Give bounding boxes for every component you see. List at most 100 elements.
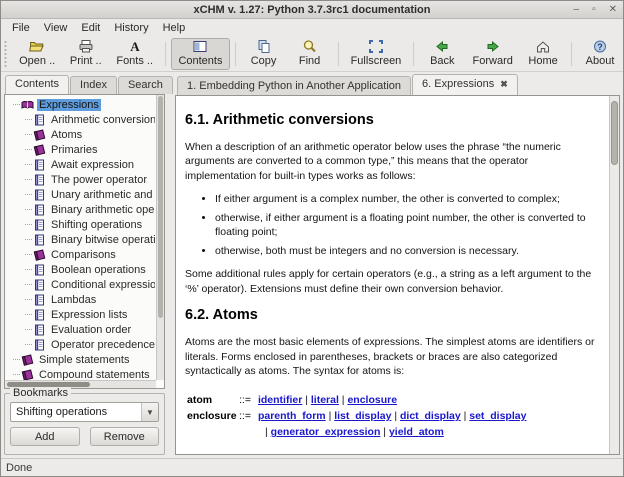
close-button[interactable]: ✕	[609, 5, 617, 15]
tree-guide-line	[25, 209, 32, 210]
toolbar-separator	[165, 42, 166, 66]
toolbar-button-print[interactable]: Print ..	[62, 38, 109, 70]
toolbar-button-contents[interactable]: Contents	[171, 38, 229, 70]
tree-item[interactable]: Unary arithmetic and bitwise operations	[7, 187, 155, 202]
tree-scrollbar-vertical[interactable]	[156, 95, 164, 380]
contents-tree: ExpressionsArithmetic conversionsAtomsPr…	[7, 97, 155, 380]
tree-guide-line	[25, 299, 32, 300]
document-scroll-thumb[interactable]	[611, 101, 618, 165]
toolbar-button-find[interactable]: Find	[287, 38, 333, 70]
bookmark-remove-button[interactable]: Remove	[90, 427, 160, 446]
toolbar-button-about[interactable]: ?About	[577, 38, 623, 70]
menu-view[interactable]: View	[37, 21, 75, 35]
maximize-button[interactable]: ▫	[592, 5, 596, 15]
tree-item[interactable]: Comparisons	[7, 247, 155, 262]
tree-item[interactable]: Await expression	[7, 157, 155, 172]
tree-guide-line	[25, 239, 32, 240]
toolbar-button-fonts[interactable]: AFonts ..	[109, 38, 160, 70]
document-body: 6.1. Arithmetic conversionsWhen a descri…	[176, 96, 609, 454]
tree-item[interactable]: Binary bitwise operations	[7, 232, 155, 247]
grammar-link[interactable]: enclosure	[347, 394, 397, 406]
grammar-link[interactable]: yield_atom	[389, 426, 444, 438]
grammar-line: atom::=identifier | literal | enclosure	[187, 392, 597, 408]
grammar-head: enclosure	[187, 408, 239, 424]
tree-item[interactable]: Boolean operations	[7, 262, 155, 277]
document-column: 1. Embedding Python in Another Applicati…	[175, 72, 623, 458]
menu-file[interactable]: File	[5, 21, 37, 35]
toolbar-button-fullscreen[interactable]: Fullscreen	[344, 38, 409, 70]
bookmark-add-button[interactable]: Add	[10, 427, 80, 446]
menu-edit[interactable]: Edit	[74, 21, 107, 35]
grammar-link[interactable]: parenth_form	[258, 410, 326, 422]
tree-item-label: Unary arithmetic and bitwise operations	[49, 189, 155, 201]
window-controls: – ▫ ✕	[574, 1, 618, 18]
fonts-icon: A	[127, 39, 143, 54]
tree-item[interactable]: Shifting operations	[7, 217, 155, 232]
toolbar-button-back[interactable]: Back	[419, 38, 465, 70]
tree-item[interactable]: Conditional expressions	[7, 277, 155, 292]
toolbar-button-copy[interactable]: Copy	[241, 38, 287, 70]
tree-item-label: Shifting operations	[49, 219, 144, 231]
tree-item[interactable]: Expression lists	[7, 307, 155, 322]
grammar-link[interactable]: literal	[311, 394, 339, 406]
grammar-link[interactable]: identifier	[258, 394, 302, 406]
toolbar-button-forward[interactable]: Forward	[465, 38, 520, 70]
tree-guide-line	[25, 164, 32, 165]
title-bar[interactable]: xCHM v. 1.27: Python 3.7.3rc1 documentat…	[1, 1, 623, 19]
tree-item[interactable]: Lambdas	[7, 292, 155, 307]
app-window: xCHM v. 1.27: Python 3.7.3rc1 documentat…	[0, 0, 624, 477]
page-icon	[33, 264, 46, 276]
book-icon	[33, 144, 46, 156]
document-tab[interactable]: 6. Expressions✖	[412, 74, 518, 95]
tab-contents[interactable]: Contents	[5, 75, 69, 94]
book-icon	[33, 249, 46, 261]
toolbar-button-home[interactable]: Home	[520, 38, 566, 70]
tab-close-icon[interactable]: ✖	[500, 79, 508, 89]
tree-item[interactable]: Expressions	[7, 97, 155, 112]
find-icon	[302, 39, 318, 54]
tree-item-label: Boolean operations	[49, 264, 148, 276]
tree-guide-line	[25, 329, 32, 330]
tree-item[interactable]: Simple statements	[7, 352, 155, 367]
tree-item[interactable]: Operator precedence	[7, 337, 155, 352]
tree-item[interactable]: The power operator	[7, 172, 155, 187]
minimize-button[interactable]: –	[574, 5, 580, 15]
tree-item[interactable]: Arithmetic conversions	[7, 112, 155, 127]
tree-item-label: The power operator	[49, 174, 149, 186]
document-tab[interactable]: 1. Embedding Python in Another Applicati…	[177, 76, 411, 95]
chevron-down-icon[interactable]: ▼	[141, 403, 158, 421]
tree-guide-line	[25, 119, 32, 120]
page-icon	[33, 189, 46, 201]
grammar-link[interactable]: list_display	[334, 410, 391, 422]
document-scrollbar[interactable]	[609, 96, 619, 454]
tree-item-label: Await expression	[49, 159, 136, 171]
tree-guide-line	[25, 344, 32, 345]
tree-item[interactable]: Compound statements	[7, 367, 155, 380]
toolbar-button-open[interactable]: Open ..	[12, 38, 63, 70]
tree-item[interactable]: Binary arithmetic operations	[7, 202, 155, 217]
tree-item[interactable]: Atoms	[7, 127, 155, 142]
sidebar-splitter[interactable]	[168, 72, 175, 458]
toolbar-button-label: Back	[430, 55, 454, 67]
tab-search[interactable]: Search	[118, 76, 173, 94]
fullscreen-icon	[368, 39, 384, 54]
bullet-item: otherwise, both must be integers and no …	[215, 244, 597, 258]
tree-item[interactable]: Primaries	[7, 142, 155, 157]
menu-help[interactable]: Help	[156, 21, 193, 35]
tree-item-label: Simple statements	[37, 354, 131, 366]
forward-arrow-icon	[485, 39, 501, 54]
bookmark-combobox[interactable]: Shifting operations ▼	[10, 402, 159, 422]
toolbar-grip[interactable]	[3, 41, 8, 67]
tree-vscroll-thumb[interactable]	[158, 96, 163, 318]
tree-item-label: Comparisons	[49, 249, 118, 261]
grammar-link[interactable]: set_display	[469, 410, 526, 422]
menu-history[interactable]: History	[107, 21, 155, 35]
tab-index[interactable]: Index	[70, 76, 117, 94]
tree-guide-line	[13, 104, 20, 105]
bookmarks-label: Bookmarks	[10, 387, 71, 399]
book-open-icon	[21, 99, 34, 111]
tree-item[interactable]: Evaluation order	[7, 322, 155, 337]
paragraph: Atoms are the most basic elements of exp…	[185, 335, 597, 378]
grammar-link[interactable]: generator_expression	[271, 426, 381, 438]
grammar-link[interactable]: dict_display	[400, 410, 461, 422]
